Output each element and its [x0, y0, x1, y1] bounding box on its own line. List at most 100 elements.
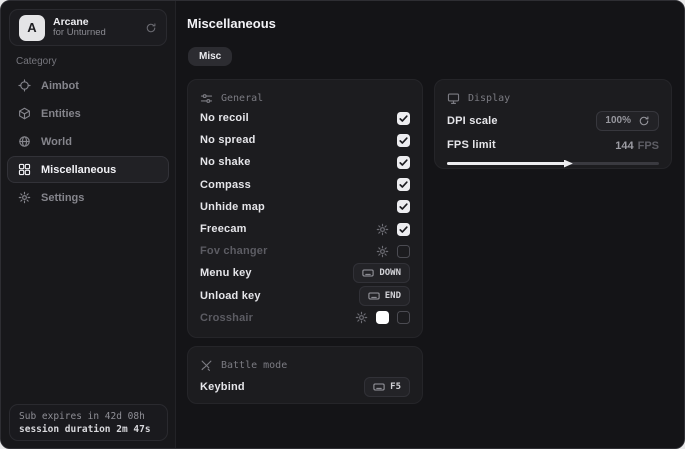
brand-logo: A: [19, 15, 45, 41]
sidebar-item-label: Settings: [41, 192, 84, 204]
row-controls: END: [359, 286, 410, 306]
row-controls: [355, 311, 410, 324]
grid-icon: [18, 163, 31, 176]
row-controls: [397, 156, 410, 169]
battle-mode-panel: Battle mode Keybind F5: [187, 346, 423, 404]
settings-row-no-spread: No spread: [200, 129, 410, 151]
fps-limit-value-group: 144 FPS: [615, 136, 659, 154]
sidebar-item-miscellaneous[interactable]: Miscellaneous: [7, 156, 169, 183]
fps-limit-slider[interactable]: [447, 158, 659, 168]
gear-icon: [18, 191, 31, 204]
sidebar-item-settings[interactable]: Settings: [7, 184, 169, 211]
row-label: Unhide map: [200, 201, 265, 213]
row-controls: [397, 200, 410, 213]
display-panel-header: Display: [447, 89, 659, 107]
cube-icon: [18, 107, 31, 120]
settings-row-fov-changer: Fov changer: [200, 240, 410, 262]
crosshair-icon: [18, 79, 31, 92]
sidebar-item-label: Aimbot: [41, 80, 79, 92]
sidebar-item-label: Entities: [41, 108, 81, 120]
dpi-scale-control[interactable]: 100%: [596, 111, 659, 131]
refresh-icon[interactable]: [145, 22, 157, 34]
keybind-badge[interactable]: END: [359, 286, 410, 306]
checkbox[interactable]: [397, 156, 410, 169]
page-title: Miscellaneous: [187, 16, 276, 31]
color-swatch[interactable]: [376, 311, 389, 324]
row-label: Freecam: [200, 223, 247, 235]
row-controls: [376, 223, 410, 236]
fps-limit-row: FPS limit 144FPS: [447, 134, 659, 156]
row-label: Unload key: [200, 290, 261, 302]
row-controls: [376, 245, 410, 258]
sidebar-item-entities[interactable]: Entities: [7, 100, 169, 127]
checkbox[interactable]: [397, 223, 410, 236]
row-controls: [397, 178, 410, 191]
row-label: Fov changer: [200, 245, 268, 257]
row-label: Menu key: [200, 267, 252, 279]
checkbox[interactable]: [397, 178, 410, 191]
tab-misc[interactable]: Misc: [188, 47, 232, 66]
battle-panel-header: Battle mode: [200, 356, 410, 374]
sidebar-item-world[interactable]: World: [7, 128, 169, 155]
settings-row-crosshair: Crosshair: [200, 307, 410, 329]
slider-fill: [447, 162, 568, 165]
sidebar-nav: Aimbot Entities World Miscellaneous Settings: [7, 72, 169, 212]
keyboard-icon: [373, 381, 385, 393]
sidebar-item-aimbot[interactable]: Aimbot: [7, 72, 169, 99]
row-label: No spread: [200, 134, 256, 146]
tab-bar: Misc: [188, 47, 232, 66]
keyboard-icon: [368, 290, 380, 302]
checkbox[interactable]: [397, 245, 410, 258]
fps-limit-unit: FPS: [638, 140, 659, 152]
session-duration-text: session duration 2m 47s: [19, 424, 158, 435]
row-controls: DOWN: [353, 263, 410, 283]
swords-icon: [200, 359, 213, 372]
reset-icon[interactable]: [638, 115, 650, 127]
category-label: Category: [16, 56, 57, 67]
checkbox[interactable]: [397, 112, 410, 125]
main-content: Miscellaneous Misc General No recoil No s…: [177, 1, 684, 448]
fps-limit-value: 144: [615, 140, 633, 152]
globe-icon: [18, 135, 31, 148]
brand-subtitle: for Unturned: [53, 28, 106, 39]
settings-row-freecam: Freecam: [200, 218, 410, 240]
settings-row-keybind: Keybind F5: [200, 374, 410, 400]
row-label: No shake: [200, 156, 251, 168]
settings-row-unhide-map: Unhide map: [200, 196, 410, 218]
row-label: Compass: [200, 179, 251, 191]
brand-text: Arcane for Unturned: [53, 16, 106, 39]
settings-row-unload-key: Unload key END: [200, 285, 410, 307]
checkbox[interactable]: [397, 134, 410, 147]
general-panel-title: General: [221, 93, 263, 104]
keybind-badge[interactable]: DOWN: [353, 263, 410, 283]
row-label: Crosshair: [200, 312, 253, 324]
gear-icon[interactable]: [376, 245, 389, 258]
app-window: A Arcane for Unturned Category Aimbot Ent…: [0, 0, 685, 449]
battle-rows: Keybind F5: [200, 374, 410, 400]
settings-row-compass: Compass: [200, 174, 410, 196]
sidebar-item-label: Miscellaneous: [41, 164, 116, 176]
dpi-scale-value: 100%: [605, 115, 631, 126]
settings-row-no-recoil: No recoil: [200, 107, 410, 129]
display-panel: Display DPI scale 100% FPS limit 144FPS: [434, 79, 672, 169]
checkbox[interactable]: [397, 200, 410, 213]
general-panel-header: General: [200, 89, 410, 107]
settings-row-no-shake: No shake: [200, 151, 410, 173]
row-label: Keybind: [200, 381, 245, 393]
sidebar: A Arcane for Unturned Category Aimbot Ent…: [1, 1, 176, 448]
sliders-icon: [200, 92, 213, 105]
gear-icon[interactable]: [355, 311, 368, 324]
keybind-badge[interactable]: F5: [364, 377, 410, 397]
checkbox[interactable]: [397, 311, 410, 324]
keybind-value: F5: [390, 382, 401, 392]
row-controls: [397, 134, 410, 147]
slider-thumb[interactable]: [564, 160, 573, 168]
gear-icon[interactable]: [376, 223, 389, 236]
display-panel-title: Display: [468, 93, 510, 104]
sidebar-item-label: World: [41, 136, 72, 148]
battle-panel-title: Battle mode: [221, 360, 287, 371]
dpi-scale-row: DPI scale 100%: [447, 107, 659, 134]
keybind-value: END: [385, 291, 401, 301]
brand-card: A Arcane for Unturned: [9, 9, 167, 46]
general-panel: General No recoil No spread No shake Compas…: [187, 79, 423, 338]
